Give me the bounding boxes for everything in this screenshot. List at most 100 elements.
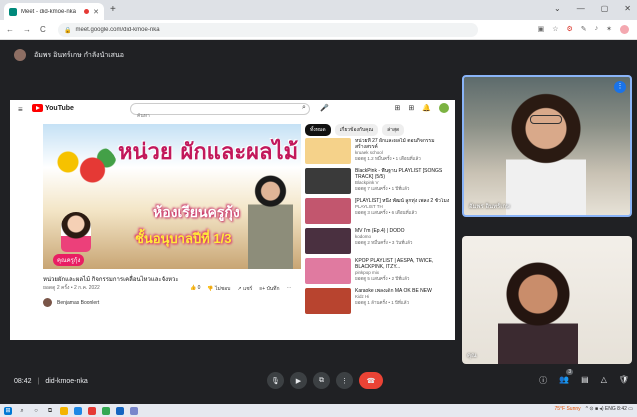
cortana-icon[interactable]: ○ [32,407,40,415]
participant-video [498,258,578,364]
bookmark-star-icon[interactable]: ☆ [552,25,558,34]
related-thumbnail[interactable] [305,168,351,194]
close-window-button[interactable]: ✕ [624,4,631,13]
extension-icon[interactable]: ⚙ [566,25,572,34]
call-controls: 🎙 ▶ ⧉ ⋮ ☎ [267,372,383,389]
weather-widget[interactable]: 75°F Sunny [554,406,580,412]
back-button[interactable]: ← [6,25,14,34]
related-thumbnail[interactable] [305,288,351,314]
fruit-illustration [47,146,117,186]
related-title[interactable]: หน่วยที่ 27 ผักและผลไม้ ตอนกิจกรรมสร้างส… [355,138,450,150]
reload-button[interactable]: C [40,25,46,34]
related-video[interactable]: BlackPink - พื้นฐาน PLAYLIST [SONGS TRAC… [305,168,450,194]
meet-window: Meet - did-kmoe-nka ✕ + ⌄ — ▢ ✕ ← → C 🔒 … [0,0,637,417]
search-icon[interactable]: ⌕ [18,407,26,415]
cast-icon[interactable]: ▣ [538,25,545,34]
lock-icon[interactable]: 🔒 [64,27,71,34]
notification-bell-icon[interactable]: 🔔 [422,104,431,112]
create-icon[interactable]: ⊞ [395,104,401,112]
related-thumbnail[interactable] [305,228,351,254]
related-meta: ยอดดู 1 ล้านครั้ง • 1 ปีที่แล้ว [355,300,410,305]
participant-tile-self[interactable]: คุณ [462,236,632,364]
tray-icons[interactable]: ^ ⊙ ■ ◂) ENG 8:42 ▭ [586,406,633,412]
tab-meet[interactable]: Meet - did-kmoe-nka ✕ [4,3,104,20]
participant-name: คุณ [467,353,477,359]
related-meta: ยอดดู 3 แสนครั้ง • 6 เดือนที่แล้ว [355,210,417,215]
meeting-info-separator: | [37,378,40,385]
windows-taskbar: ⊞ ⌕ ○ ⧉ 75°F Sunny ^ ⊙ ■ ◂) ENG 8:42 ▭ [0,404,637,417]
teacher-photo [248,174,293,269]
chip-all[interactable]: ทั้งหมด [305,124,331,136]
youtube-search-box[interactable] [130,103,310,119]
leave-call-icon[interactable]: ☎ [359,372,383,389]
more-icon[interactable]: ⋯ [286,285,291,293]
activities-icon[interactable]: △ [601,375,607,386]
related-thumbnail[interactable] [305,138,351,164]
presenter-bar: อัมพร อินทร์เกษ กำลังนำเสนอ [0,41,637,69]
task-view-icon[interactable]: ⧉ [46,407,54,415]
apps-icon[interactable]: ⊞ [408,104,414,112]
related-video[interactable]: Karaoke เพลงเด็ก MA OK BE NEW Kidz Hi ยอดด… [305,288,450,314]
speaking-indicator-icon: ⋮ [614,81,626,93]
address-bar[interactable]: 🔒 [58,23,478,37]
minimize-button[interactable]: — [577,4,585,13]
url-input[interactable] [75,27,456,33]
channel-row[interactable]: Benjamas Boonlert [43,298,99,307]
like-button[interactable]: 👍 0 [190,285,200,293]
media-icon[interactable]: ♪ [595,25,599,34]
channel-avatar[interactable] [43,298,52,307]
chip-related[interactable]: เกี่ยวข้องกับคุณ [334,124,379,136]
related-video[interactable]: หน่วยที่ 27 ผักและผลไม้ ตอนกิจกรรมสร้างส… [305,138,450,164]
related-thumbnail[interactable] [305,258,351,284]
chip-recent[interactable]: ล่าสุด [382,124,405,136]
related-video[interactable]: KPOP PLAYLIST | AESPA, TWICE, BLACKPINK,… [305,258,450,284]
related-title[interactable]: BlackPink - พื้นฐาน PLAYLIST [SONGS TRAC… [355,168,450,180]
save-button[interactable]: ≡+ บันทึก [259,285,279,293]
camera-toggle-icon[interactable]: ▶ [290,372,307,389]
participant-tile-presenter[interactable]: ⋮ อัมพร อินทร์เกษ [462,75,632,217]
video-player[interactable]: หน่วย ผักและผลไม้ ห้องเรียนครูกุ้ง ชั้นอ… [43,124,301,269]
related-video[interactable]: MV I'm (Ep.4) | DODO kodomo ยอดดู 2 หมื่นค… [305,228,450,254]
close-tab-icon[interactable]: ✕ [93,8,99,16]
mail-icon[interactable] [74,406,82,415]
profile-avatar[interactable] [620,25,629,34]
file-explorer-icon[interactable] [60,406,68,415]
new-tab-button[interactable]: + [110,4,116,15]
tab-title: Meet - did-kmoe-nka [21,8,77,15]
related-thumbnail[interactable] [305,198,351,224]
shared-screen: ≡ YouTube ⌕ 🎤 ⊞ ⊞ 🔔 หน่วย ผักและผลไม้ ห้… [10,100,455,340]
people-icon[interactable]: 👥 3 [559,369,574,386]
chat-icon[interactable]: ▤ [581,375,589,386]
people-count: 3 [566,369,574,375]
related-title[interactable]: KPOP PLAYLIST | AESPA, TWICE, BLACKPINK,… [355,258,450,270]
microphone-icon[interactable]: 🎤 [320,104,329,112]
present-screen-icon[interactable]: ⧉ [313,372,330,389]
channel-name[interactable]: Benjamas Boonlert [57,300,99,306]
office-icon[interactable] [88,406,96,415]
edge-icon[interactable] [116,406,124,415]
youtube-search-input[interactable] [131,113,291,119]
share-button[interactable]: ↗ แชร์ [237,285,252,293]
youtube-avatar[interactable] [439,103,449,113]
forward-button[interactable]: → [23,25,31,34]
more-options-icon[interactable]: ⋮ [336,372,353,389]
puzzle-icon[interactable]: ✶ [606,25,612,34]
host-controls-icon[interactable]: 🛡 [619,375,629,386]
edit-icon[interactable]: ✎ [581,25,587,34]
maximize-button[interactable]: ▢ [601,4,609,13]
youtube-play-icon [32,104,43,112]
participant-video [506,91,586,215]
store-icon[interactable] [130,406,138,415]
related-meta: ยอดดู 5 แสนครั้ง • 2 ปีที่แล้ว [355,276,410,281]
tab-search-icon[interactable]: ⌄ [554,4,561,13]
related-video[interactable]: [PLAYLIST] หนึ่ง พัฒน์ ลูกทุ่ง เพลง 2 ชั… [305,198,450,224]
search-icon[interactable]: ⌕ [302,104,306,112]
meeting-details-icon[interactable]: ⓘ [539,375,547,386]
youtube-logo[interactable]: YouTube [32,104,74,112]
extension-icons: ▣ ☆ ⚙ ✎ ♪ ✶ [538,25,629,34]
microphone-toggle-icon[interactable]: 🎙 [267,372,284,389]
hamburger-menu-icon[interactable]: ≡ [18,105,23,114]
start-icon[interactable]: ⊞ [4,406,12,415]
chrome-icon[interactable] [102,406,110,415]
dislike-button[interactable]: 👎 ไม่ชอบ [207,285,230,293]
